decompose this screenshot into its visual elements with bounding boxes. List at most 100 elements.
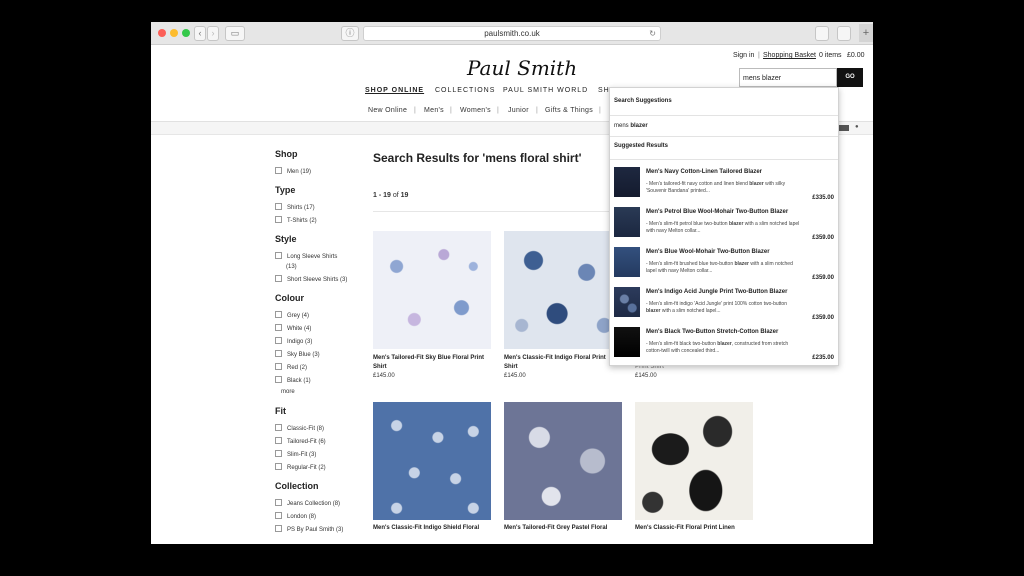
checkbox[interactable] [275,311,282,318]
checkbox[interactable] [275,499,282,506]
subnav-mens[interactable]: Men's [424,107,444,114]
shopping-basket-link[interactable]: Shopping Basket [763,52,816,59]
subnav-junior[interactable]: Junior [508,107,529,114]
checkbox[interactable] [275,167,282,174]
nav-paul-smith-world[interactable]: PAUL SMITH WORLD [503,87,588,94]
checkbox[interactable] [275,437,282,444]
address-bar[interactable]: paulsmith.co.uk ↻ [363,26,661,41]
privacy-icon[interactable]: ⓘ [341,26,359,41]
suggestion-thumbnail[interactable] [614,167,640,197]
more-colours-link[interactable]: more [281,389,295,395]
back-icon[interactable]: ‹ [194,26,206,41]
product-name[interactable]: Men's Tailored-Fit Grey Pastel Floral [504,524,624,533]
search-go-button[interactable]: GO [837,68,863,87]
product-name[interactable]: Men's Tailored-Fit Sky Blue Floral Print… [373,354,493,372]
list-view-icon[interactable]: ● [855,124,859,130]
grid-view-icon[interactable] [839,125,849,131]
desc-bold: blazer [728,221,744,227]
sidebar-icon[interactable]: ▭ [225,26,245,41]
desc-text: - Men's tailored-fit navy cotton and lin… [646,181,750,187]
suggestion-description: - Men's slim-fit black two-button blazer… [646,341,800,355]
checkbox[interactable] [275,450,282,457]
suggestion-name[interactable]: Men's Blue Wool-Mohair Two-Button Blazer [646,249,770,255]
filter-option[interactable]: Black (1) [275,376,311,384]
product-name[interactable]: Men's Classic-Fit Floral Print Linen [635,524,755,533]
filter-option[interactable]: Shirts (17) [275,203,315,211]
checkbox[interactable] [275,363,282,370]
checkbox[interactable] [275,376,282,383]
filter-option[interactable]: Tailored-Fit (6) [275,437,326,445]
zoom-window-button[interactable] [182,29,190,37]
filter-option[interactable]: Regular-Fit (2) [275,463,326,471]
suggestion-name-text: Men's Indigo Acid Jungle Print Two-Butto… [646,289,770,295]
desc-bold: blazer [734,261,749,267]
sign-in-link[interactable]: Sign in [733,52,754,59]
filter-option[interactable]: Long Sleeve Shirts [275,252,337,260]
filter-option[interactable]: Slim-Fit (3) [275,450,316,458]
product-image[interactable] [373,231,491,349]
subnav-separator: | [599,107,602,114]
checkbox[interactable] [275,525,282,532]
new-tab-button[interactable]: + [859,24,873,42]
suggestion-thumbnail[interactable] [614,287,640,317]
checkbox[interactable] [275,324,282,331]
product-image[interactable] [373,402,491,520]
filter-option[interactable]: PS By Paul Smith (3) [275,525,343,533]
product-image[interactable] [504,231,622,349]
checkbox[interactable] [275,337,282,344]
product-image[interactable] [504,402,622,520]
checkbox[interactable] [275,424,282,431]
reload-icon[interactable]: ↻ [649,27,656,40]
filter-option[interactable]: Sky Blue (3) [275,350,320,358]
filter-option[interactable]: Short Sleeve Shirts (3) [275,275,347,283]
suggestion-name[interactable]: Men's Black Two-Button Stretch-Cotton Bl… [646,329,778,335]
nav-shops[interactable]: SH [598,87,610,94]
suggestion-name-bold: Blazer [744,169,763,175]
desc-text: - Men's slim-fit petrol blue two-button [646,221,729,227]
filter-option-label: Short Sleeve Shirts (3) [287,277,348,283]
share-icon[interactable] [815,26,829,41]
product-name[interactable]: Men's Classic-Fit Indigo Shield Floral [373,524,493,533]
basket-items-count: 0 items [819,52,842,59]
product-name[interactable]: Men's Classic-Fit Indigo Floral Print Sh… [504,354,612,372]
search-results-title: Search Results for 'mens floral shirt' [373,151,582,165]
filter-option[interactable]: T-Shirts (2) [275,216,317,224]
subnav-new-online[interactable]: New Online [368,107,407,114]
checkbox[interactable] [275,275,282,282]
suggestion-name[interactable]: Men's Petrol Blue Wool-Mohair Two-Button… [646,209,788,215]
minimize-window-button[interactable] [170,29,178,37]
checkbox[interactable] [275,512,282,519]
filter-option[interactable]: Grey (4) [275,311,309,319]
subnav-separator: | [450,107,453,114]
filter-option[interactable]: Indigo (3) [275,337,312,345]
checkbox[interactable] [275,350,282,357]
suggestion-term[interactable]: mens blazer [614,123,648,129]
checkbox[interactable] [275,203,282,210]
filter-heading-shop: Shop [275,149,298,159]
nav-shop-online[interactable]: SHOP ONLINE [365,87,424,94]
close-window-button[interactable] [158,29,166,37]
suggestion-name[interactable]: Men's Navy Cotton-Linen Tailored Blazer [646,169,762,175]
suggestion-name[interactable]: Men's Indigo Acid Jungle Print Two-Butto… [646,289,787,295]
checkbox[interactable] [275,252,282,259]
filter-option[interactable]: Classic-Fit (8) [275,424,324,432]
product-image[interactable] [635,402,753,520]
suggestion-thumbnail[interactable] [614,207,640,237]
filter-option[interactable]: London (8) [275,512,316,520]
suggestion-thumbnail[interactable] [614,327,640,357]
subnav-gifts[interactable]: Gifts & Things [545,107,593,114]
tabs-overview-icon[interactable] [837,26,851,41]
suggestion-thumbnail[interactable] [614,247,640,277]
checkbox[interactable] [275,463,282,470]
filter-option[interactable]: Red (2) [275,363,307,371]
filter-option[interactable]: Men (19) [275,167,311,175]
filter-option[interactable]: Jeans Collection (8) [275,499,340,507]
forward-icon[interactable]: › [207,26,219,41]
nav-collections[interactable]: COLLECTIONS [435,87,495,94]
filter-option-label: Jeans Collection (8) [287,501,341,507]
subnav-womens[interactable]: Women's [460,107,491,114]
checkbox[interactable] [275,216,282,223]
search-input[interactable]: mens blazer [739,68,837,87]
paul-smith-logo[interactable]: Paul Smith [467,56,577,80]
filter-option[interactable]: White (4) [275,324,311,332]
